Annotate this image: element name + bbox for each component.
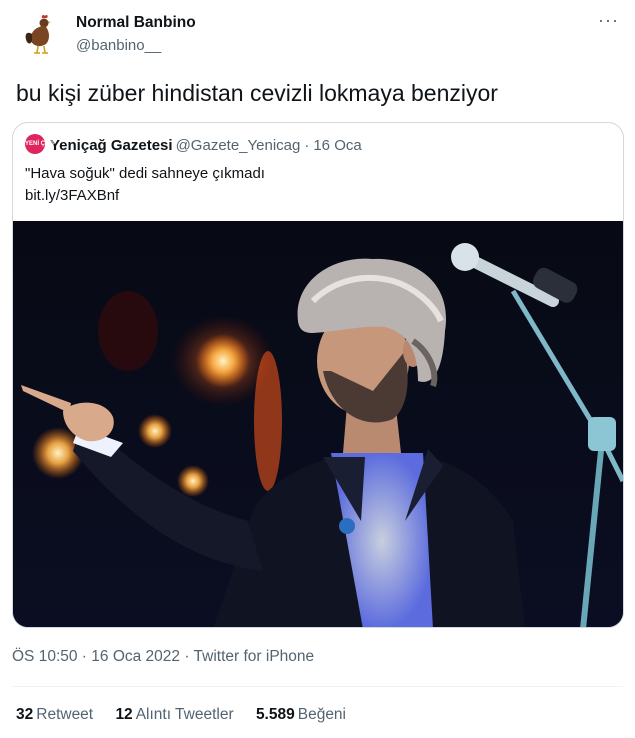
retweets-stat[interactable]: 32 Retweet <box>16 706 93 723</box>
tweet-date[interactable]: 16 Oca 2022 <box>91 648 180 665</box>
quoted-tweet-header: YENİ ÇAĞYeniçağ Gazetesi @Gazete_Yenicag ·… <box>25 134 362 156</box>
quoted-author-name[interactable]: Yeniçağ Gazetesi <box>50 137 173 154</box>
tweet-meta: ÖS 10:50 · 16 Oca 2022 · Twitter for iPh… <box>12 648 314 666</box>
quoted-tweet[interactable]: YENİ ÇAĞYeniçağ Gazetesi @Gazete_Yenicag ·… <box>12 122 624 628</box>
quoted-avatar[interactable]: YENİ ÇAĞ <box>25 134 54 154</box>
likes-count: 5.589 <box>255 706 295 723</box>
quoted-date[interactable]: 16 Oca <box>313 137 361 154</box>
quoted-author-handle[interactable]: @Gazete_Yenicag <box>176 137 301 154</box>
tweet-time[interactable]: ÖS 10:50 <box>12 648 78 665</box>
concert-photo <box>13 221 623 627</box>
author-handle[interactable]: @banbino__ <box>76 37 161 54</box>
likes-label: Beğeni <box>297 706 346 723</box>
author-name[interactable]: Normal Banbino <box>76 14 196 32</box>
quoted-photo[interactable] <box>13 221 623 627</box>
tweet-text: bu kişi züber hindistan cevizli lokmaya … <box>16 80 498 106</box>
quotes-stat[interactable]: 12 Alıntı Tweetler <box>115 706 233 723</box>
likes-stat[interactable]: 5.589 Beğeni <box>256 706 346 723</box>
tweet-source[interactable]: Twitter for iPhone <box>194 648 315 665</box>
retweets-count: 32 <box>16 706 34 723</box>
quoted-link[interactable]: bit.ly/3FAXBnf <box>25 185 119 207</box>
divider <box>12 686 623 687</box>
quotes-count: 12 <box>115 706 133 723</box>
meta-separator: · <box>77 648 92 665</box>
quoted-text: "Hava soğuk" dedi sahneye çıkmadı <box>25 165 265 182</box>
quotes-label: Alıntı Tweetler <box>135 706 234 723</box>
tweet-stats: 32 Retweet 12 Alıntı Tweetler 5.589 Beğeni <box>16 706 364 724</box>
quoted-separator: · <box>304 136 310 154</box>
retweets-label: Retweet <box>36 706 94 723</box>
meta-separator: · <box>180 648 194 665</box>
more-icon[interactable]: ··· <box>598 10 619 31</box>
tweet-header: Normal Banbino @banbino__ ··· <box>16 10 623 60</box>
avatar[interactable] <box>18 12 62 56</box>
rooster-icon <box>25 14 51 54</box>
